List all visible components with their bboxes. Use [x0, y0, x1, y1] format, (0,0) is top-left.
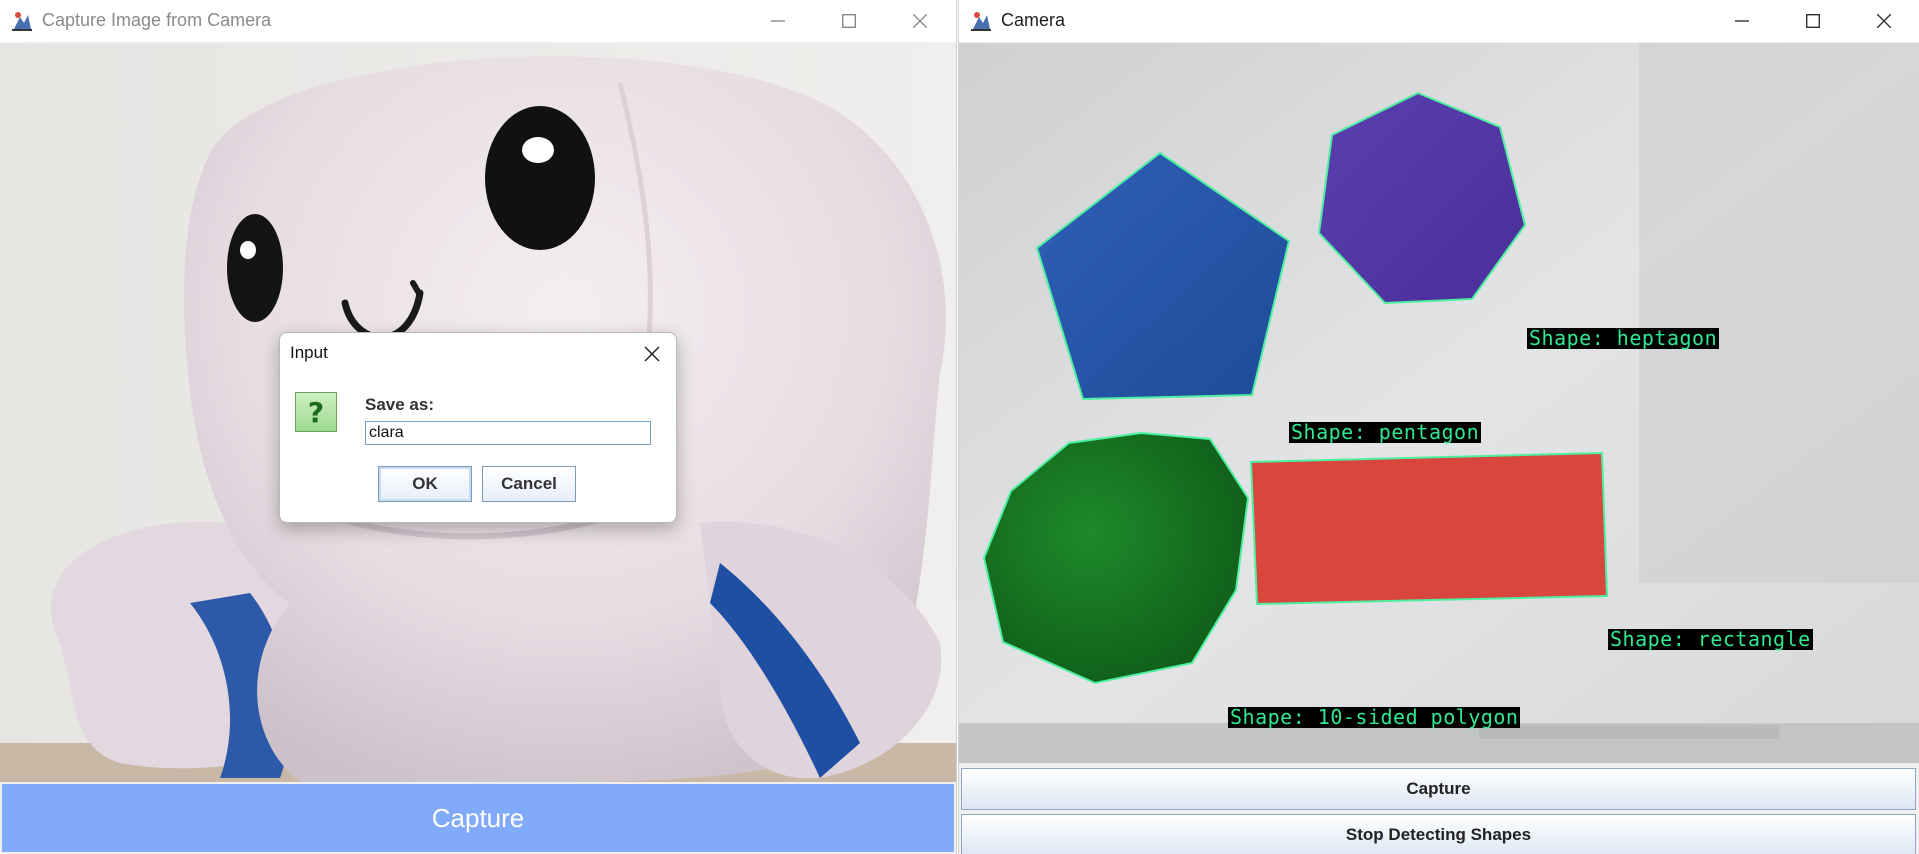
close-icon — [1877, 14, 1891, 28]
polygon-label: Shape: 10-sided polygon — [1228, 705, 1521, 729]
stop-detecting-shapes-button[interactable]: Stop Detecting Shapes — [961, 814, 1916, 854]
minimize-icon — [771, 20, 785, 22]
maximize-icon — [1806, 14, 1820, 28]
minimize-icon — [1735, 20, 1749, 22]
question-icon: ? — [295, 392, 337, 432]
title-bar: Capture Image from Camera — [0, 0, 956, 42]
maximize-button[interactable] — [820, 3, 878, 39]
window-title: Capture Image from Camera — [42, 10, 272, 30]
rectangle-label: Shape: rectangle — [1608, 627, 1813, 651]
heptagon-label: Shape: heptagon — [1527, 326, 1720, 350]
pentagon-label: Shape: pentagon — [1289, 420, 1482, 444]
filename-input[interactable] — [365, 421, 651, 445]
java-app-icon — [10, 9, 34, 38]
rectangle-shape — [1249, 451, 1609, 606]
dialog-title: Input — [290, 343, 328, 362]
cancel-button[interactable]: Cancel — [482, 466, 576, 502]
shape-detection-feed: Shape: heptagon Shape: pentagon Shape: r… — [959, 43, 1919, 763]
window-title: Camera — [1001, 10, 1066, 30]
ok-button[interactable]: OK — [378, 466, 472, 502]
maximize-icon — [842, 14, 856, 28]
save-as-dialog: Input ? Save as: OK Cancel — [279, 332, 677, 523]
close-icon — [644, 346, 660, 362]
capture-button[interactable]: Capture — [961, 768, 1916, 810]
capture-image-window: Capture Image from Camera Capture Input … — [0, 0, 957, 854]
close-button[interactable] — [891, 3, 949, 39]
close-button[interactable] — [1855, 3, 1913, 39]
title-bar: Camera — [959, 0, 1919, 42]
minimize-button[interactable] — [1713, 3, 1771, 39]
capture-button[interactable]: Capture — [2, 784, 954, 852]
detection-scene — [959, 43, 1919, 763]
java-app-icon — [969, 9, 993, 38]
camera-window: Camera Shape: heptagon Shape: pentagon S… — [958, 0, 1919, 854]
save-as-label: Save as: — [365, 395, 434, 414]
dialog-close-button[interactable] — [636, 339, 668, 369]
minimize-button[interactable] — [749, 3, 807, 39]
maximize-button[interactable] — [1784, 3, 1842, 39]
close-icon — [913, 14, 927, 28]
